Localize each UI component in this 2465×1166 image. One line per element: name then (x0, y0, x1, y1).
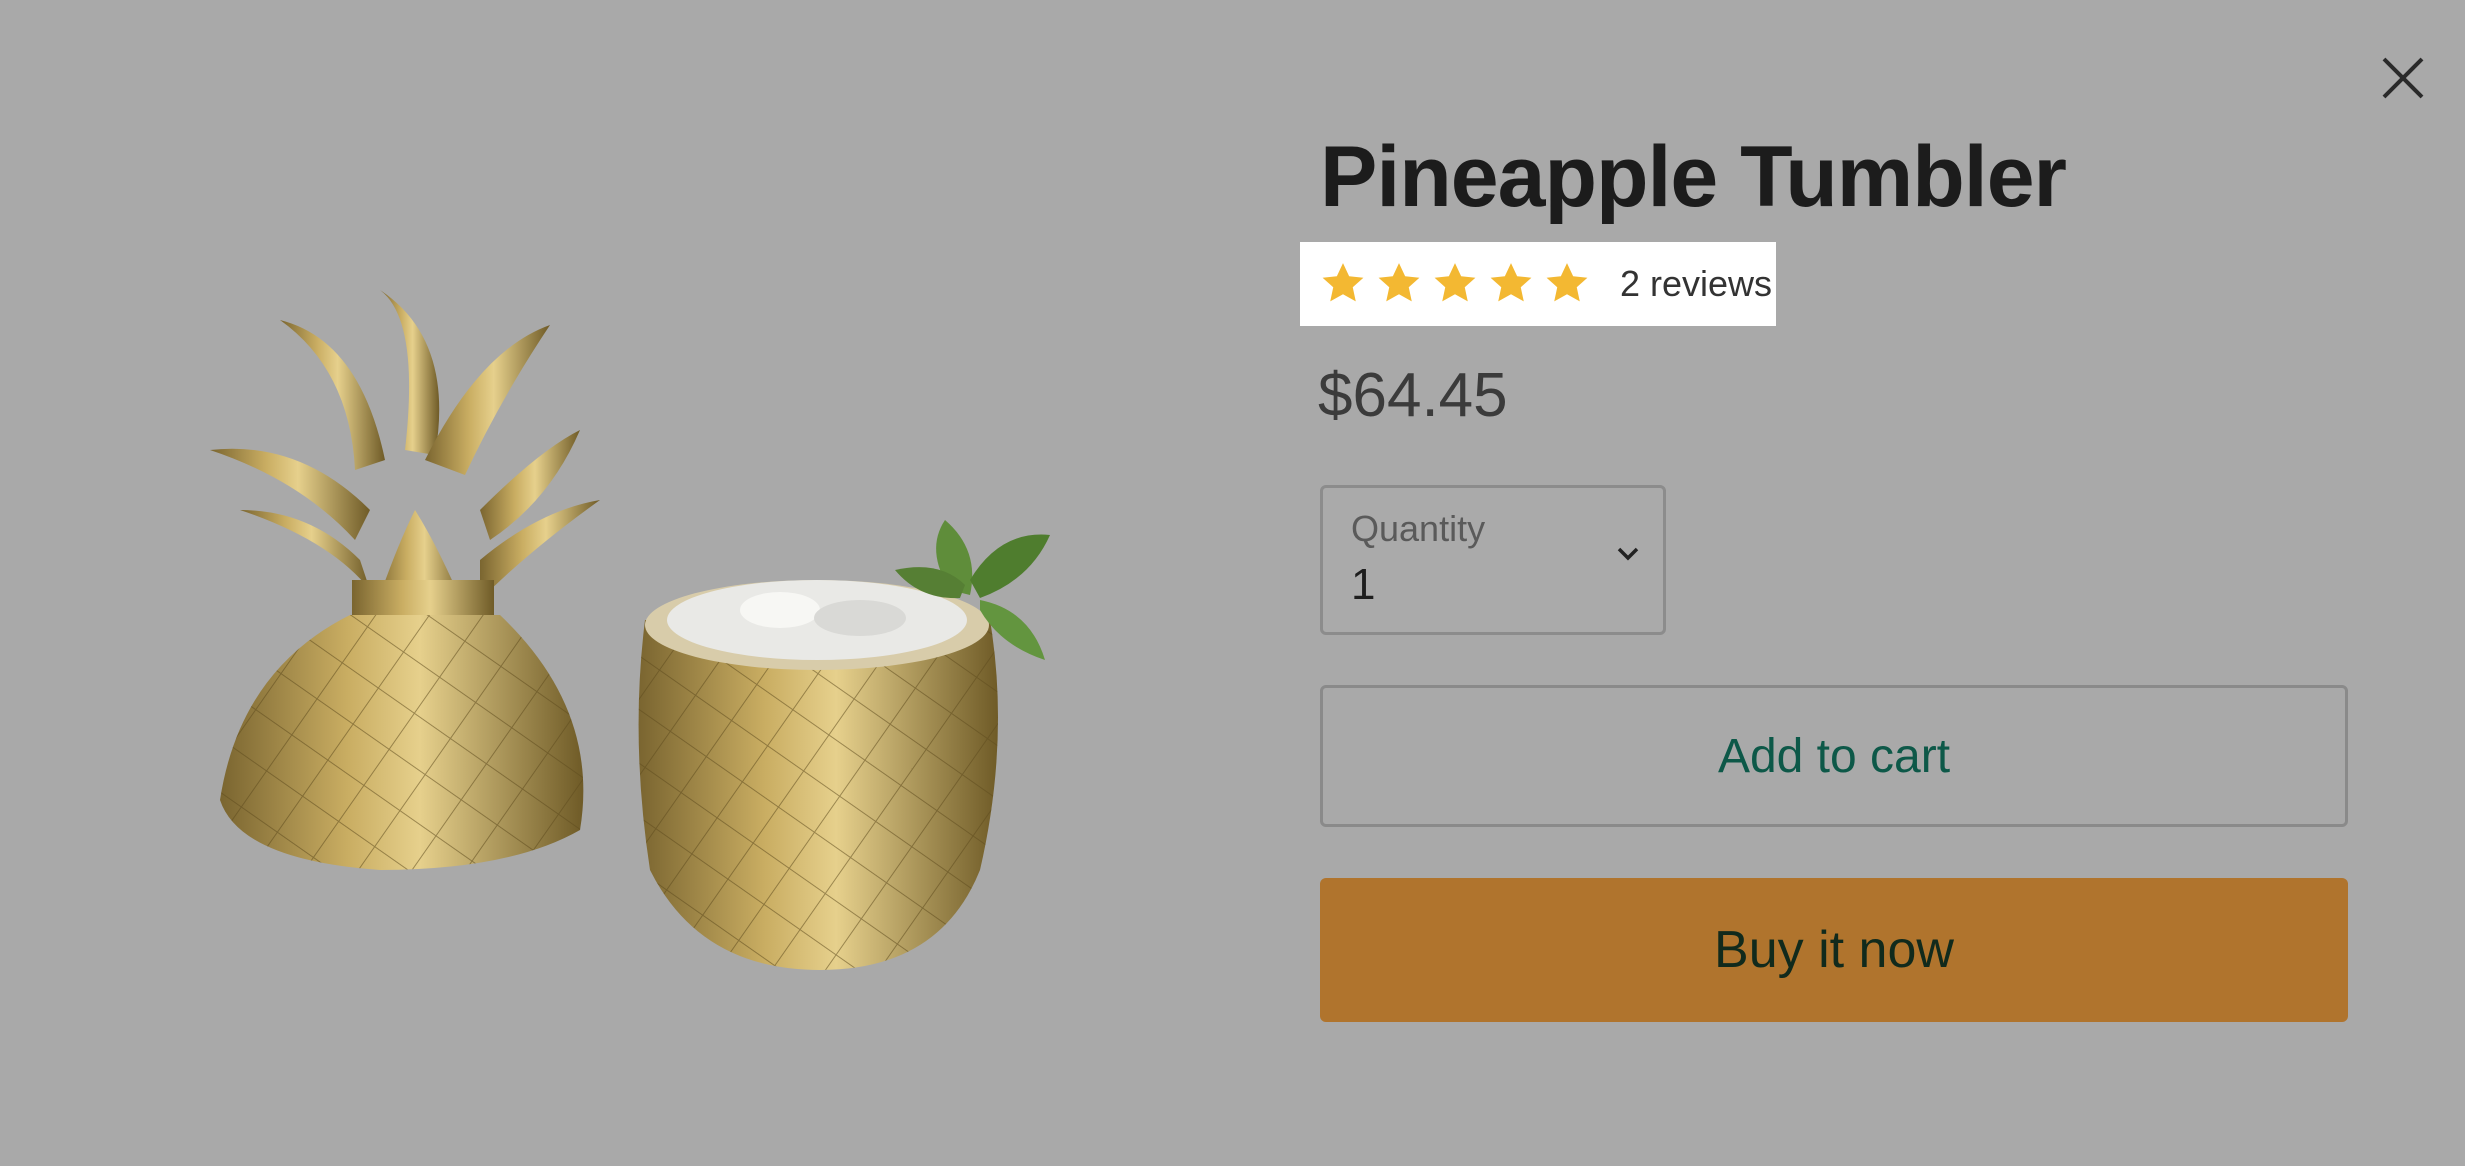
star-icon (1434, 263, 1476, 302)
product-image (180, 280, 1120, 1060)
star-icon (1378, 263, 1420, 302)
product-price: $64.45 (1318, 361, 1508, 430)
pineapple-cup (638, 580, 998, 970)
star-icon (1490, 263, 1532, 302)
quantity-label: Quantity (1351, 508, 1486, 549)
reviews-count[interactable]: 2 reviews (1620, 263, 1772, 305)
close-icon (2382, 57, 2424, 99)
rating-summary[interactable]: 2 reviews (1300, 242, 1776, 326)
star-icon (1546, 263, 1588, 302)
quantity-select[interactable]: Quantity 1 (1320, 485, 1666, 635)
close-button[interactable] (2380, 55, 2426, 101)
quantity-value: 1 (1351, 560, 1376, 609)
pineapple-lid (210, 290, 600, 870)
star-icon (1322, 263, 1364, 302)
add-to-cart-button[interactable]: Add to cart (1320, 685, 2348, 827)
chevron-down-icon (1617, 547, 1639, 561)
product-title: Pineapple Tumbler (1320, 129, 2067, 225)
buy-now-button[interactable]: Buy it now (1320, 878, 2348, 1022)
